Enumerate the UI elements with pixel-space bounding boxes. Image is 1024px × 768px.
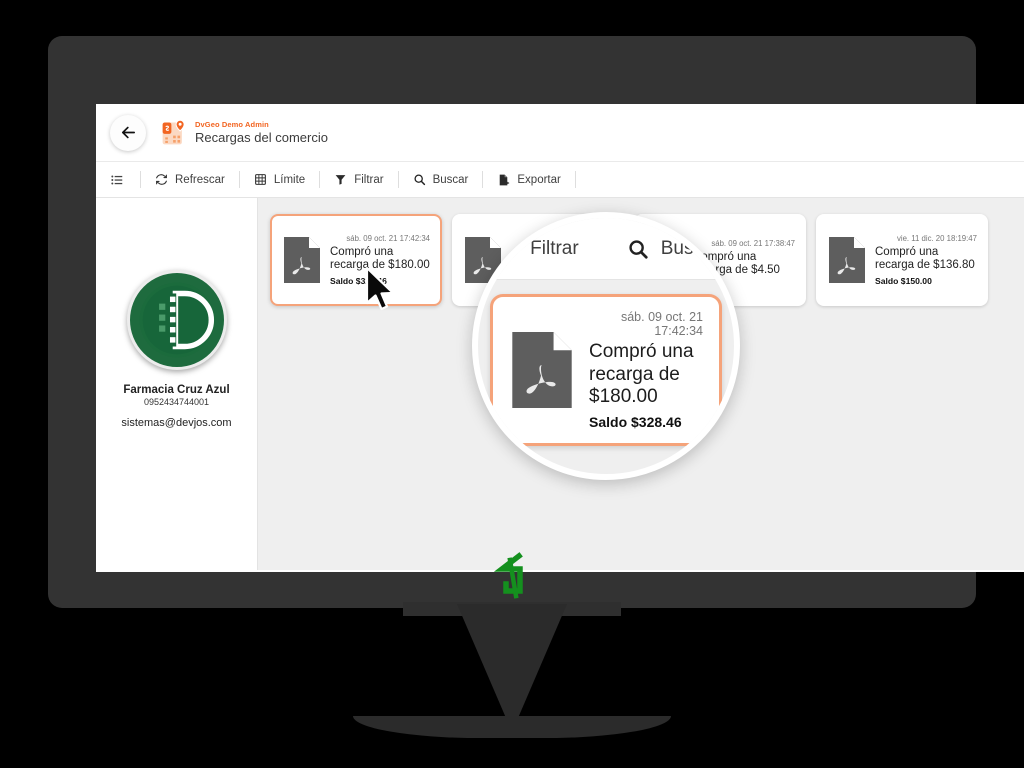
devjos-s-logo [493, 552, 523, 599]
recharge-card[interactable]: vie. 11 dic. 20 18:19:47 Compró una reca… [816, 214, 988, 306]
toolbar-item-label: Exportar [517, 173, 561, 186]
toolbar-item-label: Refrescar [175, 173, 225, 186]
magnified-recharge-card[interactable]: sáb. 09 oct. 21 17:42:34 Compró una reca… [490, 294, 722, 446]
logo-mark-icon [139, 282, 214, 358]
magnifier-lens: Filtrar Buscar sáb. 09 oct. 21 17:42:34 … [472, 212, 740, 480]
magnified-card-text: sáb. 09 oct. 21 17:42:34 Compró una reca… [589, 310, 703, 430]
merchant-name: Farmacia Cruz Azul [123, 384, 230, 396]
search-icon [629, 239, 648, 259]
monitor-stand-base [353, 716, 671, 738]
page-title: Recargas del comercio [195, 129, 328, 145]
farmacia-cruz-azul-logo [126, 270, 227, 370]
dvgeo-map-pin-logo [162, 119, 185, 144]
toolbar-item-label: Filtrar [354, 173, 384, 186]
toolbar-divider [574, 171, 576, 188]
pdf-file-icon [512, 332, 572, 408]
arrow-left-icon [121, 126, 135, 139]
screenshot-stage: DvGeo Demo Admin Recargas del comercio R… [0, 0, 1024, 768]
toolbar-list-toggle[interactable] [110, 169, 140, 191]
magnified-card-wrap: sáb. 09 oct. 21 17:42:34 Compró una reca… [490, 294, 722, 446]
toolbar-item-label: Buscar [432, 173, 469, 186]
toolbar: Refrescar Límite Filtrar Buscar Exportar [96, 162, 1024, 198]
pdf-file-icon [284, 237, 320, 283]
toolbar-exportar-button[interactable]: Exportar [483, 169, 574, 191]
mouse-cursor [365, 266, 395, 311]
recharge-date: vie. 11 dic. 20 18:19:47 [896, 234, 977, 244]
toolbar-buscar-button[interactable]: Buscar [399, 169, 483, 191]
recharge-date: sáb. 09 oct. 21 17:42:34 [620, 309, 703, 338]
monitor-stand-neck [457, 604, 567, 732]
recharge-card[interactable]: sáb. 09 oct. 21 17:42:34 Compró una reca… [270, 214, 442, 306]
recharge-card-text: vie. 11 dic. 20 18:19:47 Compró una reca… [875, 234, 977, 286]
merchant-id: 0952434744001 [143, 397, 210, 407]
recharge-description: Compró una recarga de $180.00 [589, 340, 694, 408]
export-icon [500, 174, 510, 185]
recharge-balance: Saldo $328.46 [589, 414, 682, 431]
app-header: DvGeo Demo Admin Recargas del comercio [96, 104, 1024, 162]
recharge-balance: Saldo $150.00 [875, 275, 932, 286]
grid-icon [254, 174, 266, 185]
toolbar-item-label: Filtrar [530, 237, 579, 259]
toolbar-limite-button[interactable]: Límite [240, 169, 319, 191]
pdf-file-icon [829, 237, 865, 283]
magnified-toolbar: Filtrar Buscar [478, 218, 734, 280]
toolbar-item-label: Límite [273, 173, 306, 186]
magnifier-content: Filtrar Buscar sáb. 09 oct. 21 17:42:34 … [478, 218, 734, 474]
filter-icon [498, 241, 516, 258]
toolbar-item-label: Buscar [660, 237, 720, 259]
refresh-icon [156, 174, 167, 185]
merchant-sidebar: Farmacia Cruz Azul 0952434744001 sistema… [96, 198, 258, 570]
search-icon [414, 174, 425, 186]
back-button[interactable] [110, 114, 146, 151]
toolbar-filtrar-button[interactable]: Filtrar [320, 169, 397, 191]
merchant-email[interactable]: sistemas@devjos.com [121, 417, 231, 429]
recharge-date: sáb. 09 oct. 21 17:42:34 [346, 234, 430, 244]
brand-title: DvGeo Demo Admin [195, 119, 269, 129]
list-icon [111, 175, 123, 184]
magnified-filtrar-button[interactable]: Filtrar [478, 237, 599, 260]
brand-block: DvGeo Demo Admin Recargas del comercio [160, 119, 328, 147]
magnified-buscar-button[interactable]: Buscar [607, 237, 734, 260]
toolbar-refrescar-button[interactable]: Refrescar [141, 169, 239, 191]
monitor-chin [48, 544, 976, 608]
recharge-description: Compró una recarga de $136.80 [875, 245, 975, 272]
filter-icon [335, 175, 346, 185]
